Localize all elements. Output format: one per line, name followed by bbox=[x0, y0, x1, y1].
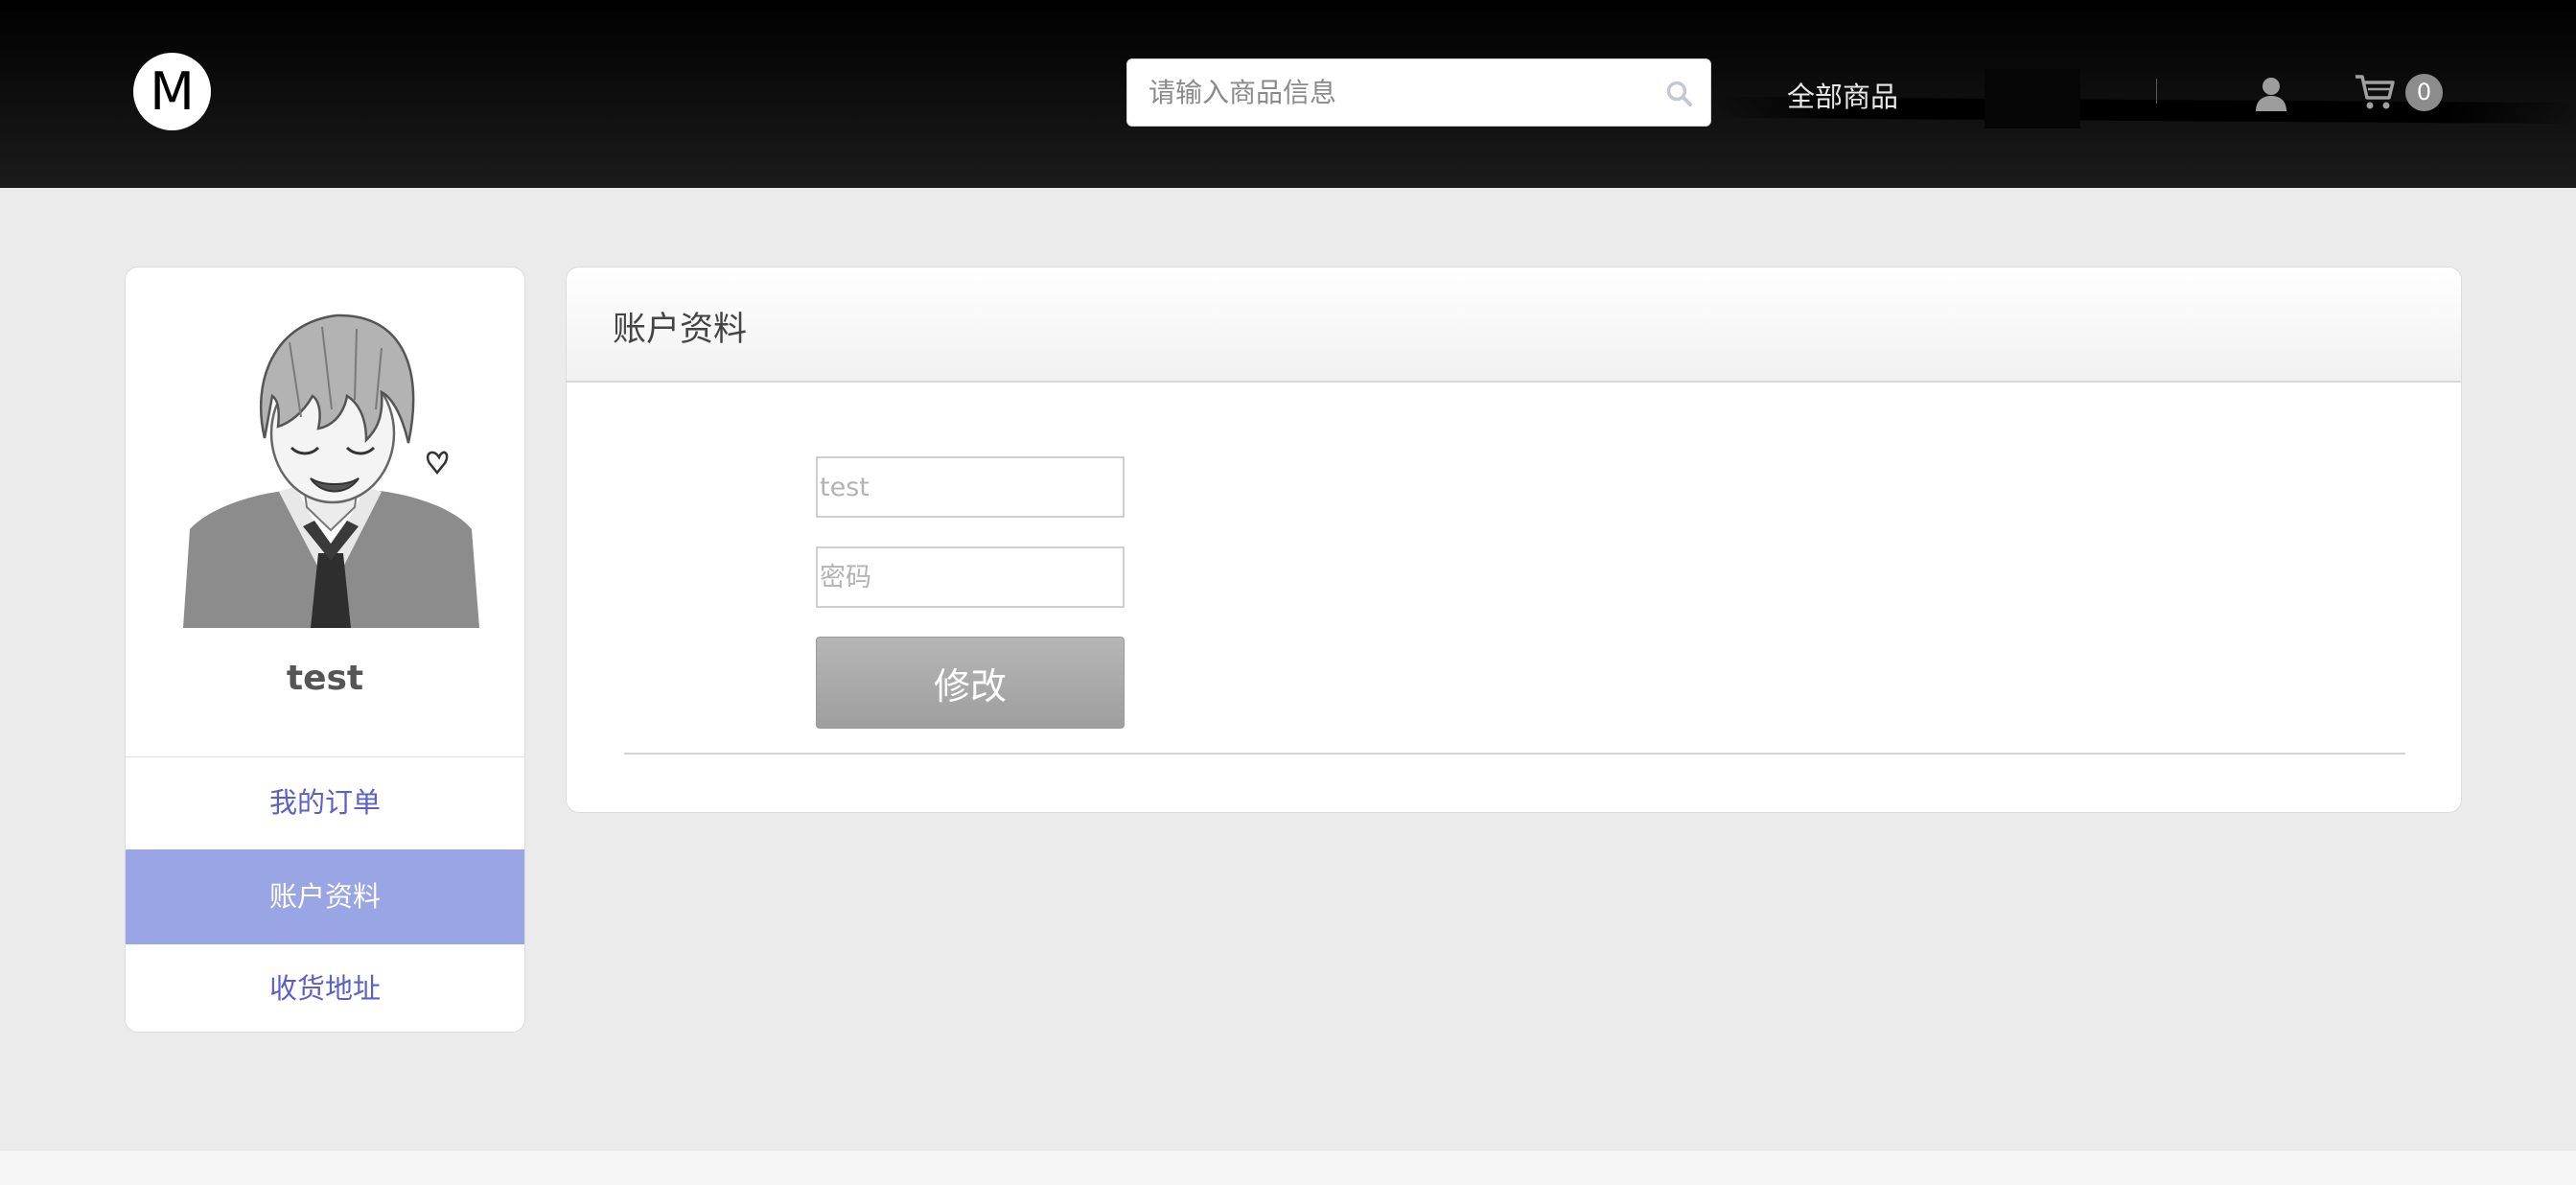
nav-all-products[interactable]: 全部商品 bbox=[1787, 75, 1898, 115]
cart-icon[interactable] bbox=[2354, 73, 2396, 111]
avatar[interactable] bbox=[178, 304, 483, 628]
modify-button[interactable]: 修改 bbox=[816, 637, 1125, 729]
password-field[interactable] bbox=[816, 546, 1125, 608]
sidebar-item-account-profile[interactable]: 账户资料 bbox=[126, 849, 524, 944]
panel-divider bbox=[624, 753, 2405, 755]
account-sidebar: test 我的订单 账户资料 收货地址 bbox=[125, 267, 525, 1033]
top-navbar: M 全部商品 0 bbox=[0, 0, 2576, 188]
sidebar-item-my-orders[interactable]: 我的订单 bbox=[126, 757, 524, 848]
search-input[interactable] bbox=[1127, 59, 1645, 126]
header-divider bbox=[2156, 79, 2157, 104]
sidebar-item-shipping-address[interactable]: 收货地址 bbox=[126, 944, 524, 1032]
profile-username: test bbox=[286, 659, 364, 698]
panel-header: 账户资料 bbox=[567, 267, 2461, 383]
username-field[interactable] bbox=[816, 456, 1125, 518]
site-logo[interactable]: M bbox=[133, 53, 211, 130]
nav-hidden-tab[interactable] bbox=[1984, 69, 2080, 128]
footer bbox=[0, 1150, 2576, 1185]
search-icon[interactable] bbox=[1664, 79, 1695, 109]
page-title: 账户资料 bbox=[613, 311, 748, 349]
account-profile-panel: 账户资料 修改 bbox=[566, 267, 2462, 813]
cart-count-badge: 0 bbox=[2405, 74, 2443, 111]
search-box bbox=[1126, 58, 1711, 127]
user-icon[interactable] bbox=[2254, 76, 2288, 112]
